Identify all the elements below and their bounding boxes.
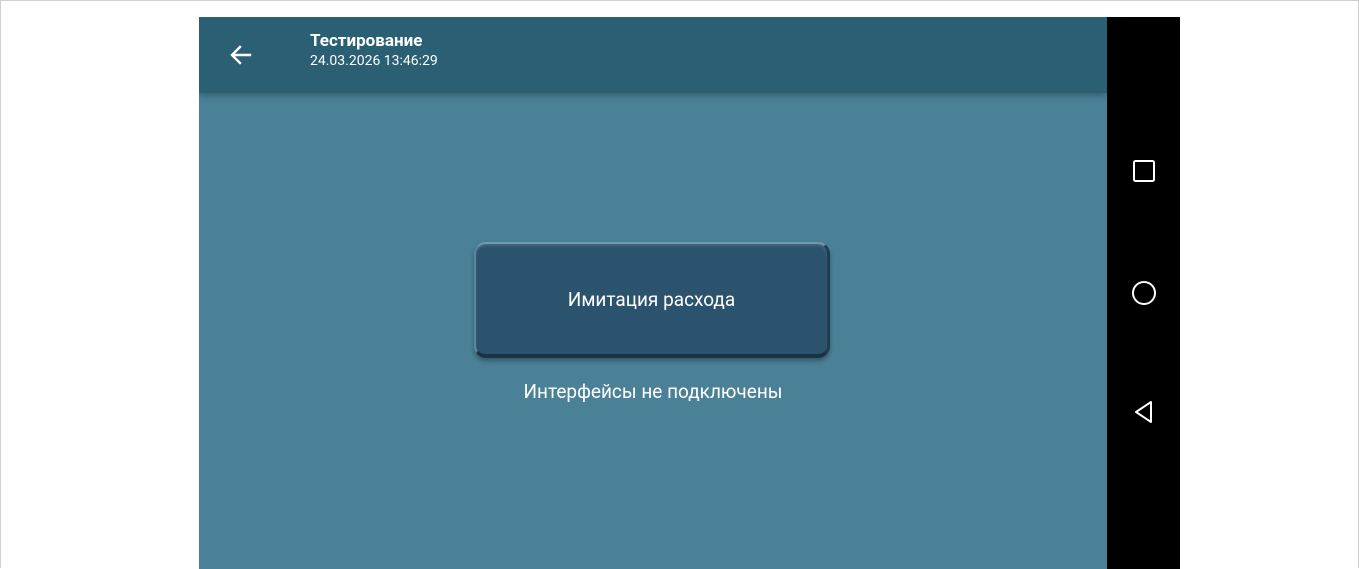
page-datetime: 24.03.2026 13:46:29: [310, 53, 438, 69]
arrow-left-icon: [230, 45, 252, 65]
simulate-consumption-button[interactable]: Имитация расхода: [474, 242, 830, 358]
back-button[interactable]: [223, 37, 259, 73]
status-text: Интерфейсы не подключены: [523, 380, 783, 403]
triangle-left-icon: [1134, 401, 1152, 423]
window-frame: Тестирование 24.03.2026 13:46:29 Имитаци…: [0, 0, 1359, 569]
home-button[interactable]: [1107, 263, 1180, 323]
page-title: Тестирование: [310, 31, 423, 51]
recent-apps-button[interactable]: [1107, 141, 1180, 201]
square-icon: [1132, 160, 1155, 182]
app-screen: Тестирование 24.03.2026 13:46:29 Имитаци…: [199, 17, 1107, 569]
system-nav-bar: [1107, 17, 1180, 569]
system-back-button[interactable]: [1107, 382, 1180, 442]
app-bar: Тестирование 24.03.2026 13:46:29: [199, 17, 1107, 93]
circle-icon: [1131, 281, 1156, 305]
title-block: Тестирование 24.03.2026 13:46:29: [310, 30, 438, 70]
